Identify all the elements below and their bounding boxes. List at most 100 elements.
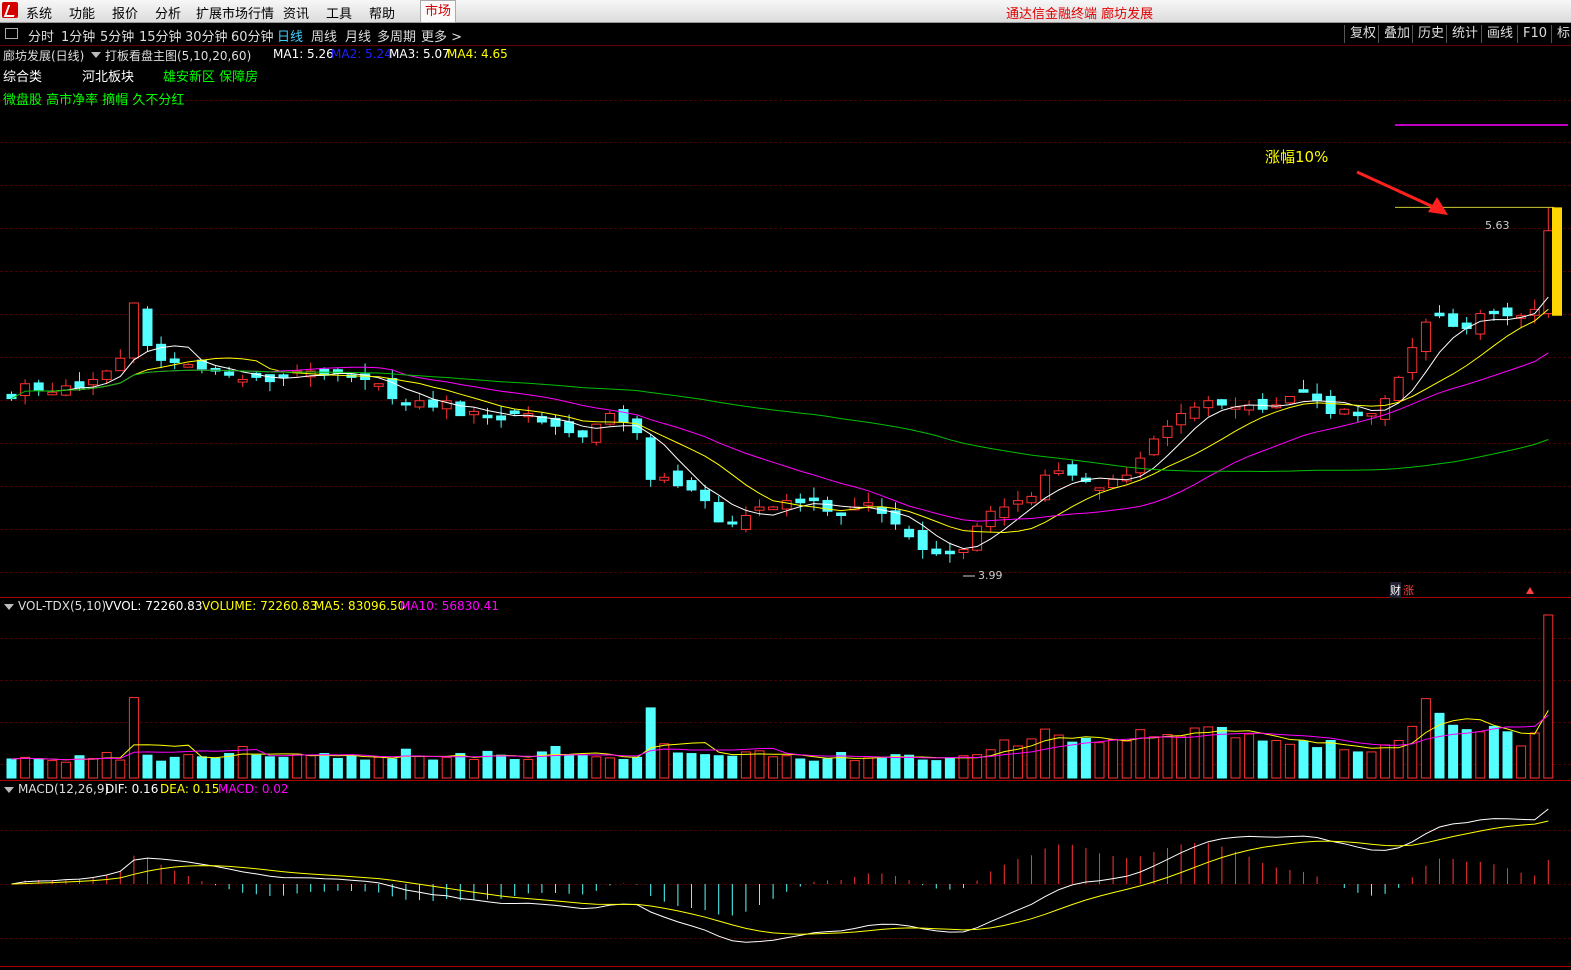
- candle-down: [428, 399, 439, 408]
- volume-ma5-value: MA5: 83096.50: [314, 599, 406, 613]
- candle-down: [917, 530, 928, 550]
- candle-up: [1475, 313, 1486, 335]
- macd-dropdown-icon[interactable]: [4, 787, 14, 793]
- volume-bar-down: [428, 759, 439, 779]
- volume-bar-down: [1448, 724, 1459, 779]
- candle-down: [1257, 398, 1268, 410]
- volume-bar-down: [713, 755, 724, 779]
- volume-bar-up: [47, 760, 58, 779]
- volume-value: VOLUME: 72260.83: [202, 599, 318, 613]
- volume-bar-up: [441, 756, 452, 779]
- volume-bar-down: [618, 759, 629, 779]
- volume-bar-down: [1488, 725, 1499, 779]
- candle-up: [115, 357, 126, 372]
- candle-down: [224, 371, 235, 376]
- volume-bar-up: [1475, 731, 1486, 779]
- volume-bar-down: [1298, 740, 1309, 779]
- kline-chart[interactable]: [0, 0, 1571, 970]
- ma2-value: MA2: 5.24: [331, 47, 392, 61]
- red-arrow-shaft: [1356, 170, 1441, 212]
- candle-down: [713, 502, 724, 523]
- volume-bar-up: [1135, 729, 1146, 779]
- volume-bar-down: [876, 756, 887, 779]
- candle-up: [20, 383, 31, 397]
- concept-tag: 雄安新区 保障房: [163, 70, 259, 85]
- candle-down: [1502, 307, 1513, 317]
- candle-up: [1339, 408, 1350, 415]
- candle-up: [1148, 438, 1159, 456]
- candle-down: [264, 374, 275, 383]
- volume-indicator-name[interactable]: VOL-TDX(5,10): [18, 599, 106, 613]
- dea-value: DEA: 0.15: [160, 782, 220, 796]
- volume-bar-down: [1080, 737, 1091, 779]
- volume-bar-down: [577, 754, 588, 779]
- candle-down: [577, 430, 588, 438]
- high-price-label: 5.63: [1485, 219, 1510, 232]
- candle-up: [1135, 457, 1146, 474]
- finance-badge[interactable]: 财: [1390, 582, 1401, 598]
- volume-bar-down: [808, 760, 819, 779]
- volume-bar-down: [1352, 751, 1363, 779]
- volume-bar-down: [917, 759, 928, 779]
- candle-up: [1026, 495, 1037, 504]
- candle-down: [1434, 312, 1445, 317]
- volume-bar-down: [795, 758, 806, 779]
- ma5-line: [38, 296, 1549, 550]
- volume-bar-down: [400, 748, 411, 779]
- volume-bar-down: [686, 753, 697, 779]
- volume-bar-up: [1012, 745, 1023, 779]
- volume-bar-up: [1053, 734, 1064, 779]
- volume-bar-down: [360, 759, 371, 779]
- volume-bar-down: [550, 745, 561, 779]
- candle-up: [740, 515, 751, 530]
- candle-up: [183, 364, 194, 368]
- candle-up: [1284, 396, 1295, 404]
- volume-bar-up: [1040, 728, 1051, 779]
- candle-down: [727, 521, 738, 525]
- volume-bar-up: [863, 757, 874, 779]
- dif-value: DIF: 0.16: [105, 782, 159, 796]
- candle-up: [591, 423, 602, 443]
- volume-bar-up: [1271, 740, 1282, 779]
- candle-down: [904, 528, 915, 538]
- candle-down: [1216, 399, 1227, 406]
- volume-bar-up: [604, 757, 615, 779]
- candle-up: [1053, 470, 1064, 474]
- volume-bar-up: [849, 760, 860, 779]
- volume-bar-up: [985, 749, 996, 779]
- limit-up-badge[interactable]: 涨: [1403, 582, 1414, 598]
- volume-bar-up: [1244, 733, 1255, 779]
- volume-bar-up: [237, 745, 248, 779]
- candle-down: [564, 421, 575, 434]
- volume-bar-up: [20, 756, 31, 779]
- candle-up: [373, 383, 384, 387]
- candle-down: [33, 382, 44, 391]
- candle-down: [1067, 464, 1078, 476]
- main-indicator-name[interactable]: 打板看盘主图(5,10,20,60): [105, 47, 251, 64]
- volume-bar-down: [224, 753, 235, 779]
- volume-bar-down: [632, 756, 643, 779]
- volume-bar-up: [128, 697, 139, 779]
- candle-down: [1488, 310, 1499, 315]
- candle-up: [1189, 406, 1200, 419]
- volume-ma10-value: MA10: 56830.41: [400, 599, 499, 613]
- candle-up: [128, 302, 139, 359]
- volume-bar-down: [6, 758, 17, 779]
- macd-dif-line: [11, 808, 1549, 943]
- volume-bar-up: [468, 759, 479, 779]
- candle-up: [1420, 321, 1431, 353]
- macd-indicator-name[interactable]: MACD(12,26,9): [18, 782, 109, 796]
- candle-down: [1298, 389, 1309, 393]
- volume-dropdown-icon[interactable]: [4, 604, 14, 610]
- volume-bar-down: [564, 754, 575, 779]
- candle-down: [1325, 395, 1336, 414]
- volume-bar-up: [754, 750, 765, 779]
- volume-bar-down: [142, 754, 153, 779]
- candle-up: [101, 370, 112, 380]
- indicator-dropdown-icon[interactable]: [91, 52, 101, 58]
- volume-bar-up: [1516, 745, 1527, 779]
- candle-down: [278, 374, 289, 378]
- volume-bar-down: [278, 756, 289, 779]
- candle-down: [700, 489, 711, 502]
- candle-up: [659, 476, 670, 481]
